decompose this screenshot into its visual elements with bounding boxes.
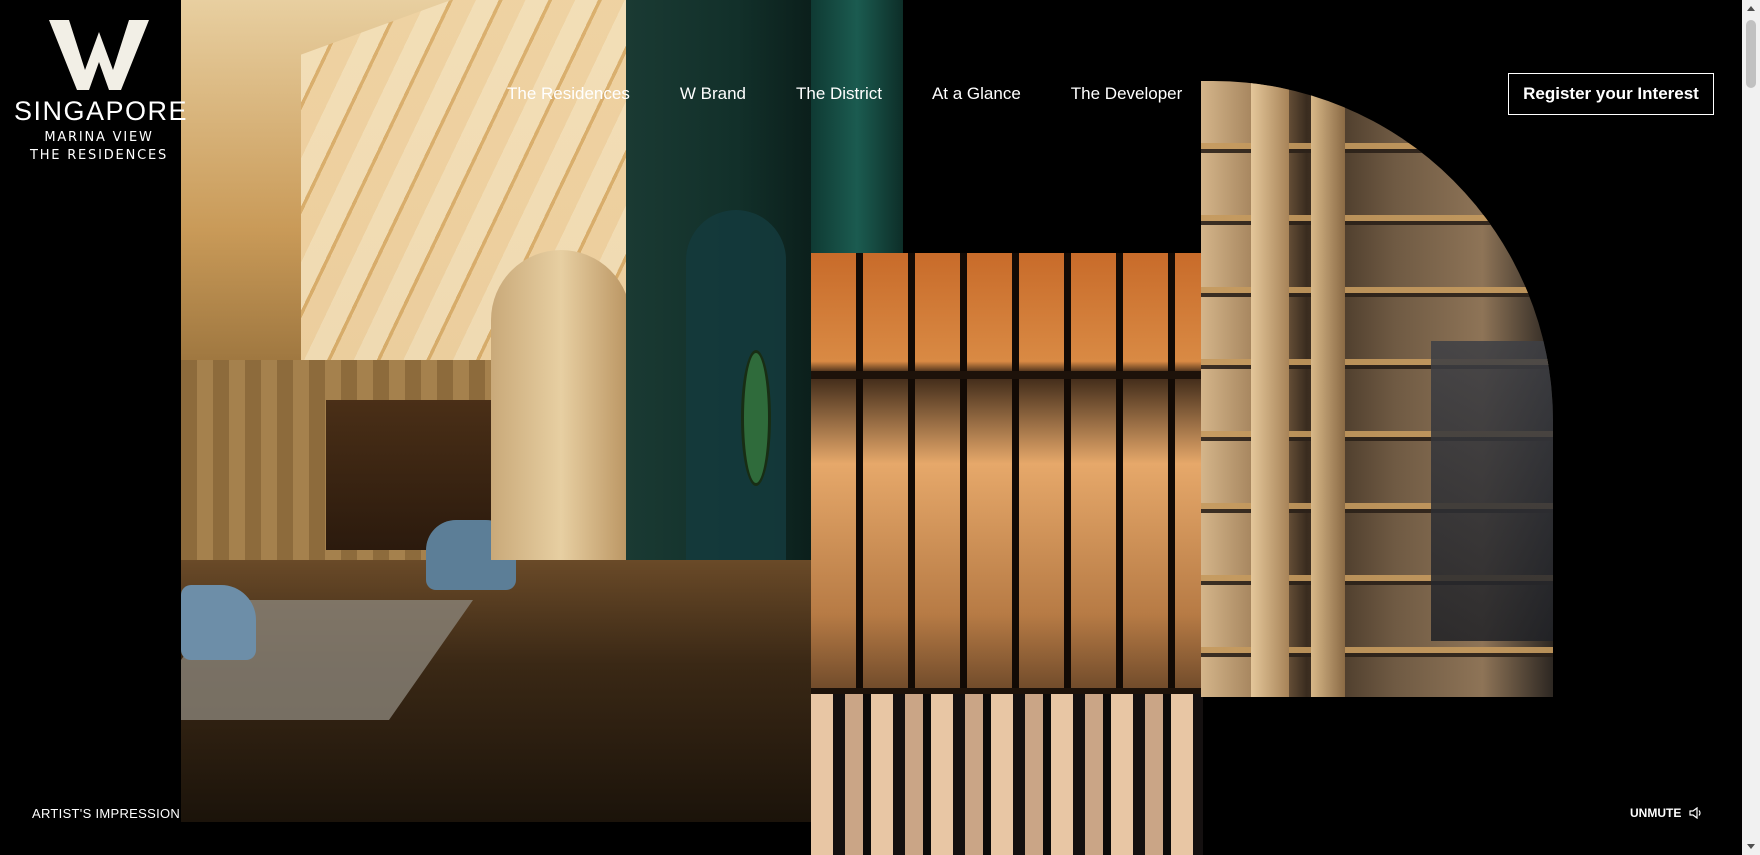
speaker-icon bbox=[1689, 807, 1701, 819]
logo-subtitle-2: THE RESIDENCES bbox=[29, 148, 169, 163]
scroll-down-arrow-icon[interactable] bbox=[1747, 844, 1755, 849]
nav-item-developer[interactable]: The Developer bbox=[1071, 83, 1183, 105]
nav-item-district[interactable]: The District bbox=[796, 83, 882, 105]
logo-subtitle-1: MARINA VIEW bbox=[44, 130, 154, 145]
facade-sunset-image bbox=[811, 253, 1203, 855]
scroll-thumb[interactable] bbox=[1746, 20, 1756, 88]
scroll-up-arrow-icon[interactable] bbox=[1747, 6, 1755, 11]
w-logo-icon bbox=[49, 20, 149, 90]
brand-logo[interactable]: SINGAPORE MARINA VIEW THE RESIDENCES bbox=[14, 18, 189, 163]
green-corridor-image bbox=[811, 0, 903, 253]
nav-item-at-a-glance[interactable]: At a Glance bbox=[932, 83, 1021, 105]
unmute-label: UNMUTE bbox=[1630, 806, 1682, 820]
nav-item-w-brand[interactable]: W Brand bbox=[680, 83, 746, 105]
hero-stage: SINGAPORE MARINA VIEW THE RESIDENCES The… bbox=[0, 0, 1742, 855]
tower-balconies-image bbox=[1201, 81, 1553, 697]
register-interest-button[interactable]: Register your Interest bbox=[1508, 73, 1714, 115]
nav-item-residences[interactable]: The Residences bbox=[507, 83, 630, 105]
page-scrollbar[interactable] bbox=[1742, 0, 1760, 855]
main-nav: The Residences W Brand The District At a… bbox=[507, 83, 1182, 105]
artists-impression-caption: ARTIST'S IMPRESSION bbox=[32, 806, 181, 821]
logo-city: SINGAPORE bbox=[14, 96, 189, 126]
interior-lobby-image bbox=[181, 0, 811, 822]
unmute-button[interactable]: UNMUTE bbox=[1630, 806, 1703, 820]
